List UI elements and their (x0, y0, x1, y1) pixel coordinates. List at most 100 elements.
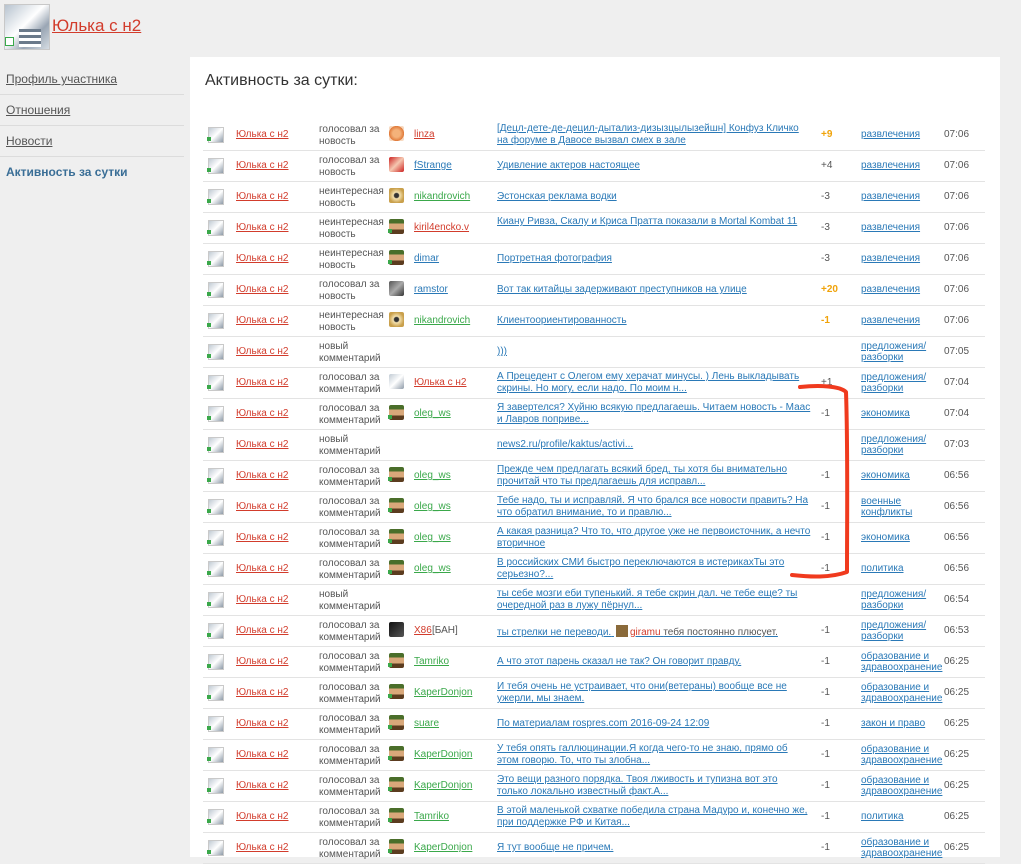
post-link[interactable]: ты себе мозги еби тупенький. я тебе скри… (497, 588, 811, 612)
category-link[interactable]: экономика (861, 470, 933, 481)
post-link[interactable]: А какая разница? Что то, что другое уже … (497, 526, 811, 550)
actor-link[interactable]: Юлька с н2 (236, 129, 289, 140)
post-link[interactable]: Портретная фотография (497, 253, 811, 265)
sidebar-item-relations[interactable]: Отношения (0, 95, 184, 126)
post-link[interactable]: Удивление актеров настоящее (497, 160, 811, 172)
post-link[interactable]: ты стрелки не переводи. giramu тебя пост… (497, 625, 811, 639)
category-link[interactable]: предложения/ разборки (861, 620, 933, 642)
target-avatar[interactable] (388, 560, 404, 575)
category-link[interactable]: развлечения (861, 222, 933, 233)
post-link[interactable]: news2.ru/profile/kaktus/activi... (497, 439, 811, 451)
category-link[interactable]: предложения/ разборки (861, 434, 933, 456)
post-link[interactable]: ))) (497, 346, 811, 358)
actor-avatar[interactable] (207, 375, 224, 391)
target-avatar[interactable] (388, 684, 404, 699)
actor-link[interactable]: Юлька с н2 (236, 284, 289, 295)
target-user-link[interactable]: kiril4encko.v (414, 222, 469, 233)
category-link[interactable]: военные конфликты (861, 496, 933, 518)
post-link[interactable]: И тебя очень не устраивает, что они(вете… (497, 681, 811, 705)
sidebar-item-news[interactable]: Новости (0, 126, 184, 157)
actor-link[interactable]: Юлька с н2 (236, 501, 289, 512)
target-user-link[interactable]: oleg_ws (414, 408, 451, 419)
actor-link[interactable]: Юлька с н2 (236, 625, 289, 636)
category-link[interactable]: предложения/ разборки (861, 589, 933, 611)
user-avatar[interactable] (4, 4, 50, 50)
actor-link[interactable]: Юлька с н2 (236, 749, 289, 760)
actor-avatar[interactable] (207, 127, 224, 143)
category-link[interactable]: политика (861, 563, 933, 574)
actor-link[interactable]: Юлька с н2 (236, 656, 289, 667)
post-link[interactable]: Вот так китайцы задерживают преступников… (497, 284, 811, 296)
target-user-link[interactable]: nikandrovich (414, 191, 470, 202)
category-link[interactable]: образование и здравоохранение (861, 744, 942, 766)
category-link[interactable]: развлечения (861, 253, 933, 264)
actor-avatar[interactable] (207, 778, 224, 794)
actor-link[interactable]: Юлька с н2 (236, 718, 289, 729)
target-user-link[interactable]: oleg_ws (414, 501, 451, 512)
post-link[interactable]: Эстонская реклама водки (497, 191, 811, 203)
target-avatar[interactable] (388, 746, 404, 761)
actor-avatar[interactable] (207, 313, 224, 329)
actor-avatar[interactable] (207, 592, 224, 608)
target-avatar[interactable] (388, 839, 404, 854)
category-link[interactable]: образование и здравоохранение (861, 651, 942, 673)
category-link[interactable]: образование и здравоохранение (861, 775, 942, 797)
target-user-link[interactable]: oleg_ws (414, 563, 451, 574)
post-link[interactable]: В этой маленькой схватке победила страна… (497, 805, 811, 829)
actor-link[interactable]: Юлька с н2 (236, 780, 289, 791)
post-link[interactable]: Тебе надо, ты и исправляй. Я что брался … (497, 495, 811, 519)
target-avatar[interactable] (388, 405, 404, 420)
actor-link[interactable]: Юлька с н2 (236, 346, 289, 357)
category-link[interactable]: закон и право (861, 718, 933, 729)
actor-avatar[interactable] (207, 716, 224, 732)
actor-link[interactable]: Юлька с н2 (236, 842, 289, 853)
category-link[interactable]: политика (861, 811, 933, 822)
post-link[interactable]: [Децл-дете-де-децил-дытализ-дизызцылызей… (497, 123, 811, 147)
target-user-link[interactable]: nikandrovich (414, 315, 470, 326)
actor-link[interactable]: Юлька с н2 (236, 315, 289, 326)
target-user-link[interactable]: ramstor (414, 284, 448, 295)
target-avatar[interactable] (389, 157, 404, 172)
actor-avatar[interactable] (207, 468, 224, 484)
actor-avatar[interactable] (207, 282, 224, 298)
actor-link[interactable]: Юлька с н2 (236, 377, 289, 388)
target-avatar[interactable] (388, 529, 404, 544)
target-user-link[interactable]: KaperDonjon (414, 749, 472, 760)
actor-link[interactable]: Юлька с н2 (236, 687, 289, 698)
post-link[interactable]: Клиентоориентированность (497, 315, 811, 327)
target-user-link[interactable]: X86 (414, 625, 432, 636)
actor-avatar[interactable] (207, 840, 224, 856)
actor-link[interactable]: Юлька с н2 (236, 191, 289, 202)
actor-avatar[interactable] (207, 499, 224, 515)
actor-avatar[interactable] (207, 189, 224, 205)
actor-avatar[interactable] (207, 437, 224, 453)
actor-avatar[interactable] (207, 220, 224, 236)
actor-avatar[interactable] (207, 251, 224, 267)
target-avatar[interactable] (389, 312, 404, 327)
category-link[interactable]: развлечения (861, 129, 933, 140)
actor-link[interactable]: Юлька с н2 (236, 470, 289, 481)
actor-avatar[interactable] (207, 344, 224, 360)
category-link[interactable]: развлечения (861, 160, 933, 171)
actor-avatar[interactable] (207, 561, 224, 577)
category-link[interactable]: экономика (861, 408, 933, 419)
category-link[interactable]: образование и здравоохранение (861, 837, 942, 859)
category-link[interactable]: развлечения (861, 315, 933, 326)
actor-link[interactable]: Юлька с н2 (236, 811, 289, 822)
target-user-link[interactable]: Tamriko (414, 656, 449, 667)
target-avatar[interactable] (388, 715, 404, 730)
actor-avatar[interactable] (207, 809, 224, 825)
post-link[interactable]: В российских СМИ быстро переключаются в … (497, 557, 811, 581)
actor-link[interactable]: Юлька с н2 (236, 408, 289, 419)
target-avatar[interactable] (388, 498, 404, 513)
target-avatar[interactable] (389, 374, 404, 389)
actor-avatar[interactable] (207, 623, 224, 639)
target-user-link[interactable]: KaperDonjon (414, 842, 472, 853)
target-user-link[interactable]: fStrange (414, 160, 452, 171)
sidebar-item-profile[interactable]: Профиль участника (0, 64, 184, 95)
target-avatar[interactable] (388, 653, 404, 668)
target-user-link[interactable]: Юлька с н2 (414, 377, 467, 388)
post-link[interactable]: Прежде чем предлагать всякий бред, ты хо… (497, 464, 811, 488)
target-user-link[interactable]: suare (414, 718, 439, 729)
actor-link[interactable]: Юлька с н2 (236, 253, 289, 264)
